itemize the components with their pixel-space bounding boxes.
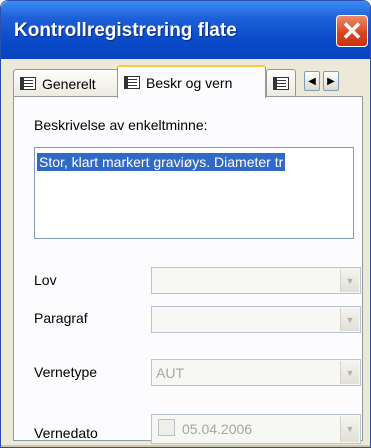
close-button[interactable]: ✕ bbox=[336, 15, 368, 47]
tab-strip: Generelt Beskr og vern ◀ ▶ bbox=[13, 65, 363, 98]
chevron-down-icon: ▼ bbox=[345, 314, 355, 325]
description-textarea[interactable]: Stor, klart markert graviøys. Diameter t… bbox=[34, 147, 354, 239]
vernedato-checkbox[interactable] bbox=[158, 419, 175, 436]
arrow-left-icon: ◀ bbox=[308, 75, 316, 87]
form-icon bbox=[20, 77, 36, 90]
paragraf-label: Paragraf bbox=[34, 310, 88, 326]
dialog-client-area: Generelt Beskr og vern ◀ ▶ Beskrivelse a… bbox=[5, 59, 368, 445]
chevron-down-icon: ▼ bbox=[345, 367, 355, 378]
tab-label: Generelt bbox=[42, 75, 96, 92]
description-label: Beskrivelse av enkeltminne: bbox=[34, 117, 208, 133]
chevron-down-icon: ▼ bbox=[345, 424, 355, 434]
arrow-right-icon: ▶ bbox=[327, 75, 335, 87]
vernetype-combobox[interactable]: AUT ▼ bbox=[151, 359, 361, 386]
tab-generelt[interactable]: Generelt bbox=[13, 69, 121, 97]
vernedato-value: 05.04.2006 bbox=[182, 421, 253, 437]
tab-scroll-left-button[interactable]: ◀ bbox=[304, 71, 320, 91]
vernetype-value: AUT bbox=[156, 365, 184, 381]
vernedato-dropdown-button[interactable]: ▼ bbox=[340, 416, 359, 442]
dialog-window: Kontrollregistrering flate ✕ Generelt Be… bbox=[0, 0, 371, 448]
vernedato-label: Vernedato bbox=[34, 425, 98, 441]
title-bar[interactable]: Kontrollregistrering flate ✕ bbox=[1, 1, 370, 59]
paragraf-combobox[interactable]: ▼ bbox=[151, 306, 361, 333]
vernetype-label: Vernetype bbox=[34, 364, 98, 380]
close-icon: ✕ bbox=[341, 16, 363, 46]
tab-beskr-og-vern[interactable]: Beskr og vern bbox=[117, 65, 266, 98]
description-value: Stor, klart markert graviøys. Diameter t… bbox=[37, 153, 286, 171]
form-icon bbox=[273, 77, 289, 90]
lov-label: Lov bbox=[34, 272, 57, 288]
lov-dropdown-button[interactable]: ▼ bbox=[340, 269, 359, 292]
tab-panel-beskr-og-vern: Beskrivelse av enkeltminne: Stor, klart … bbox=[13, 96, 363, 444]
lov-combobox[interactable]: ▼ bbox=[151, 267, 361, 294]
vernetype-dropdown-button[interactable]: ▼ bbox=[340, 361, 359, 384]
tab-scroll-right-button[interactable]: ▶ bbox=[323, 71, 339, 91]
tab-next-hidden[interactable] bbox=[266, 69, 296, 97]
vernedato-datepicker[interactable]: 05.04.2006 ▼ bbox=[151, 414, 361, 444]
window-title: Kontrollregistrering flate bbox=[14, 20, 237, 41]
tab-label: Beskr og vern bbox=[146, 74, 233, 91]
chevron-down-icon: ▼ bbox=[345, 275, 355, 286]
form-icon bbox=[124, 76, 140, 89]
paragraf-dropdown-button[interactable]: ▼ bbox=[340, 308, 359, 331]
